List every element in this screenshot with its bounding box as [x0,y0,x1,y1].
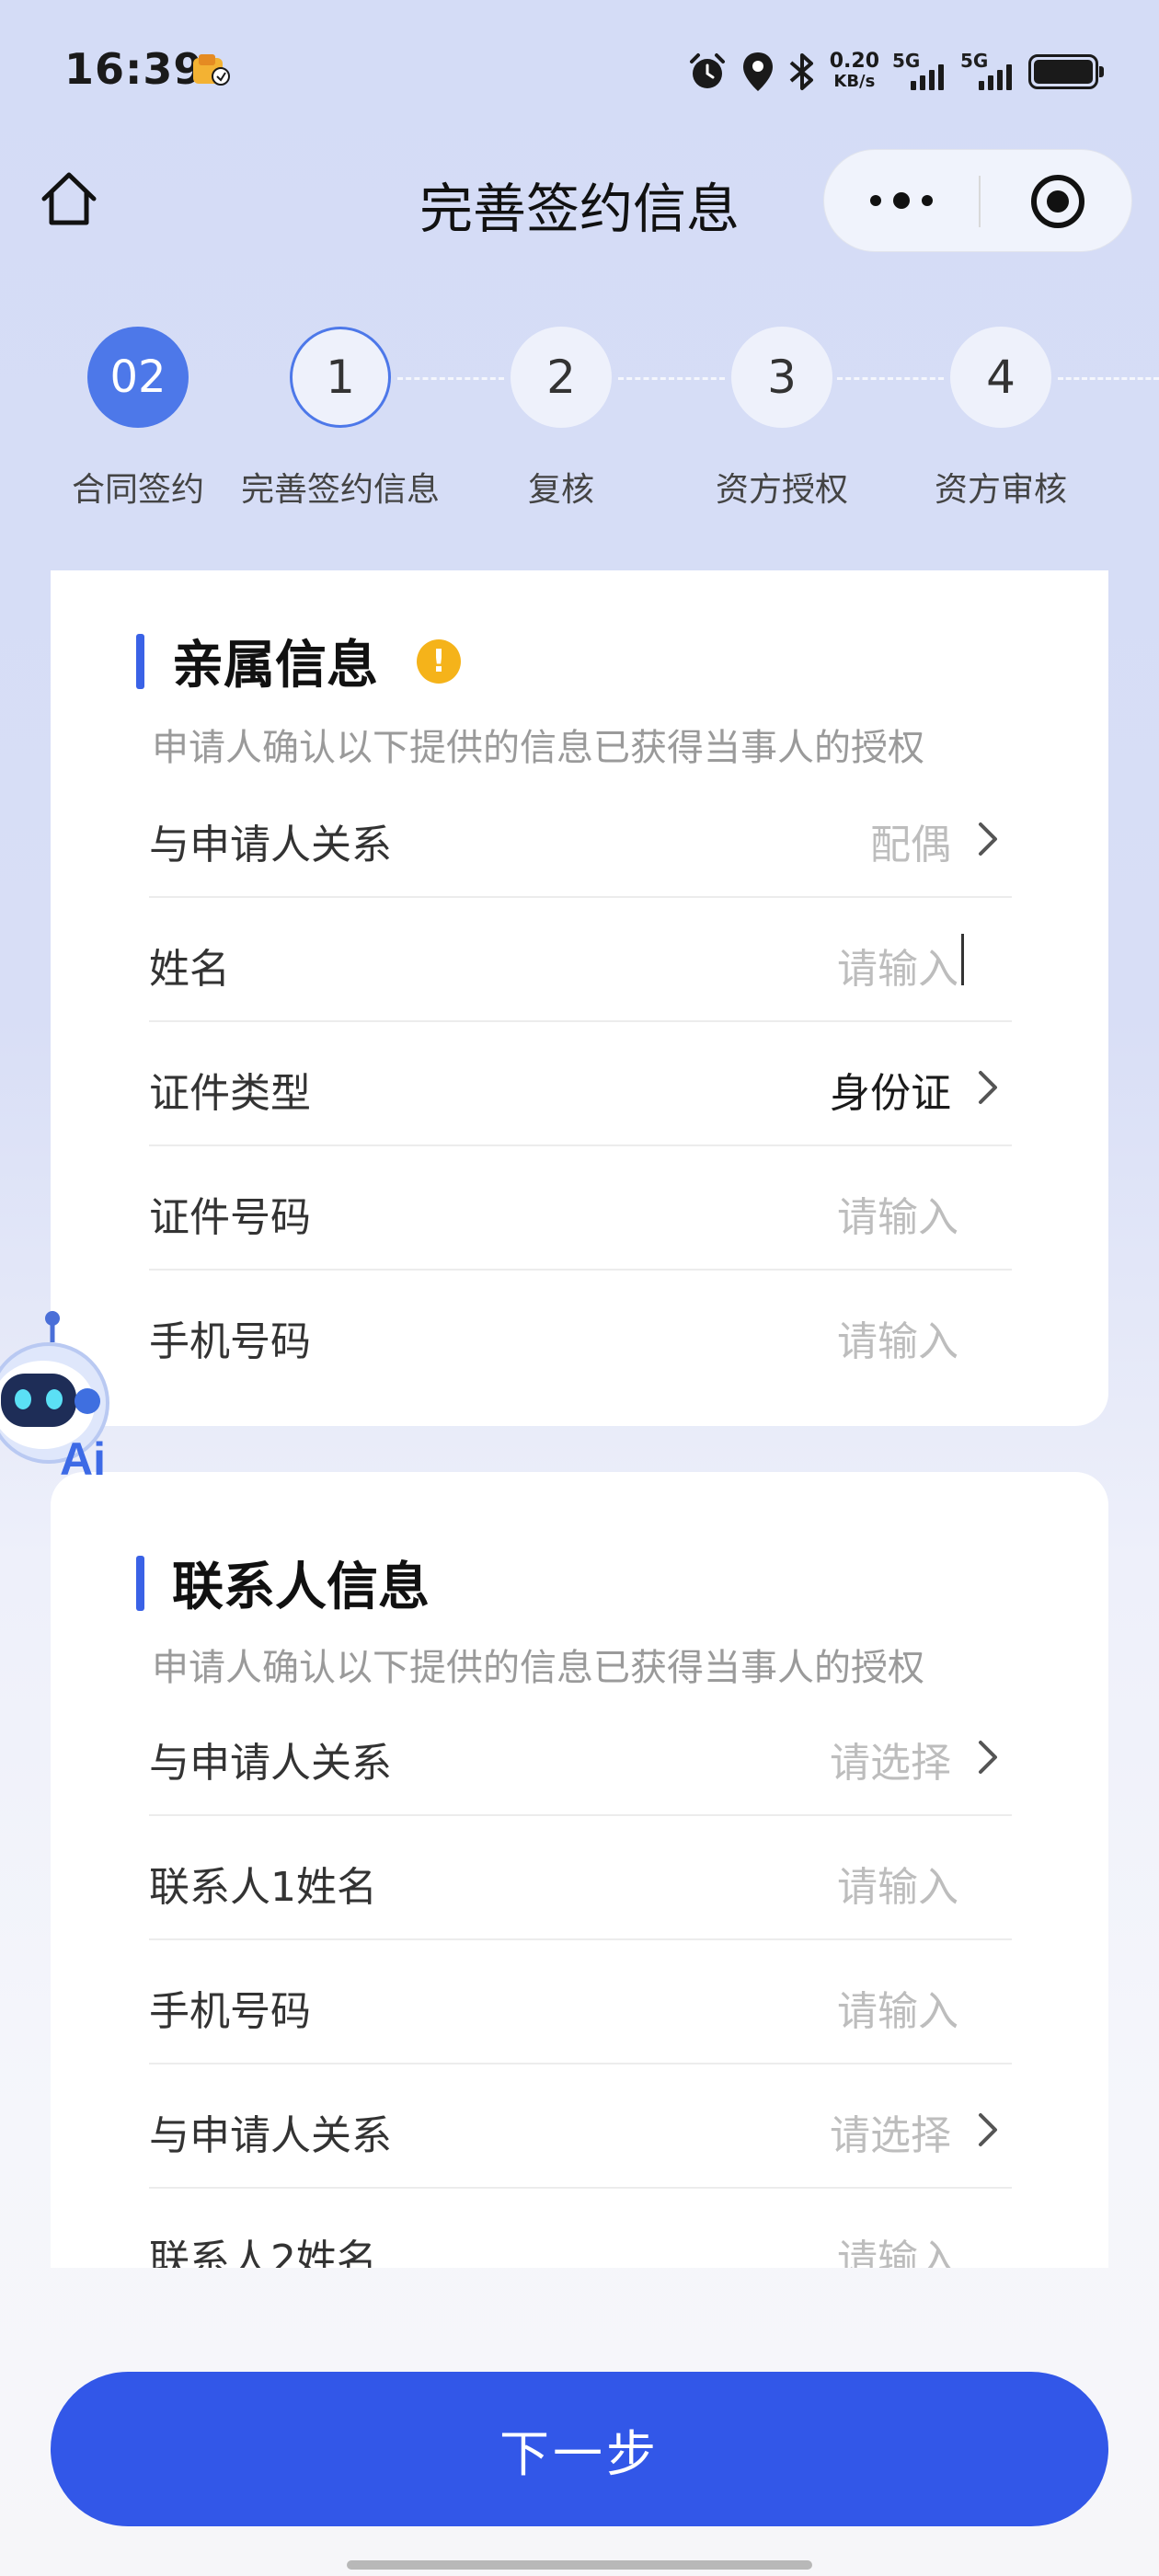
name-field[interactable]: 姓名 请输入 [149,899,1012,1022]
chevron-right-icon [979,822,997,856]
contact1-phone-placeholder: 请输入 [837,1988,958,2035]
mini-program-capsule [823,149,1132,252]
alarm-icon [689,53,725,88]
phone-field[interactable]: 手机号码 请输入 [149,1271,1012,1395]
home-indicator [347,2560,812,2570]
location-icon [742,52,773,91]
text-cursor [961,934,964,985]
contact1-relationship-select[interactable]: 与申请人关系 请选择 [149,1693,1012,1816]
target-circle-icon[interactable] [1028,172,1087,231]
battery-icon [1028,54,1104,89]
signal-sim1-icon: 5G [892,50,947,94]
step-connector [618,377,725,380]
warning-icon[interactable]: ! [417,638,461,684]
step-label: 完善签约信息 [240,471,440,509]
step-circle: 2 [511,327,612,428]
step-label: 资方授权 [715,471,848,509]
phone-placeholder: 请输入 [837,1318,958,1365]
step-label: 资方审核 [934,471,1067,509]
chevron-right-icon [979,1741,997,1774]
capsule-divider [979,176,981,227]
section-accent-bar [136,633,144,689]
section-header: 亲属信息 ! [136,624,461,698]
contact-info-card: 联系人信息 申请人确认以下提供的信息已获得当事人的授权 与申请人关系 请选择 联… [51,1472,1108,2268]
step-connector [397,377,504,380]
contact1-name-field[interactable]: 联系人1姓名 请输入 [149,1817,1012,1940]
id-number-field[interactable]: 证件号码 请输入 [149,1147,1012,1271]
relationship-value: 配偶 [870,822,951,868]
nav-bar: 完善签约信息 [0,147,1159,258]
contact1-phone-field[interactable]: 手机号码 请输入 [149,1941,1012,2064]
app-notification-icon [193,54,230,86]
section-title: 亲属信息 [172,636,378,696]
signal-sim2-icon: 5G [960,50,1016,94]
relative-info-card: 亲属信息 ! 申请人确认以下提供的信息已获得当事人的授权 与申请人关系 配偶 姓… [51,570,1108,1426]
step-label: 复核 [527,471,594,509]
status-time: 16:39 [64,44,204,94]
section-header: 联系人信息 [136,1546,430,1620]
section-title: 联系人信息 [172,1558,430,1617]
contact2-relationship-select[interactable]: 与申请人关系 请选择 [149,2065,1012,2189]
status-icons: 0.20 KB/s 5G 5G [686,46,1104,98]
step-circle: 1 [290,327,391,428]
more-dots-icon[interactable] [868,187,935,214]
contact1-name-placeholder: 请输入 [837,1864,958,1911]
section-accent-bar [136,1555,144,1611]
chevron-right-icon [979,2113,997,2146]
step-circle: 3 [731,327,832,428]
status-bar: 16:39 0.20 KB/s 5G 5G [0,0,1159,138]
section-subtitle: 申请人确认以下提供的信息已获得当事人的授权 [152,1647,924,1689]
next-step-button[interactable]: 下一步 [51,2372,1108,2526]
name-placeholder: 请输入 [837,946,958,993]
id-number-placeholder: 请输入 [837,1194,958,1241]
step-connector [1058,377,1159,380]
contact1-relationship-placeholder: 请选择 [830,1740,951,1787]
step-circle: 02 [87,327,189,428]
step-circle: 4 [950,327,1051,428]
section-subtitle: 申请人确认以下提供的信息已获得当事人的授权 [152,727,924,769]
network-speed: 0.20 KB/s [829,50,879,92]
contact2-name-placeholder: 请输入 [837,2237,958,2268]
id-type-select[interactable]: 证件类型 身份证 [149,1023,1012,1146]
chevron-right-icon [979,1071,997,1104]
svg-text:Ai: Ai [60,1433,106,1485]
id-type-value: 身份证 [830,1070,951,1117]
contact2-name-field[interactable]: 联系人2姓名 请输入 [149,2190,1012,2268]
progress-stepper: 02 合同签约 1 完善签约信息 2 复核 3 资方授权 4 资方审核 [0,327,1159,511]
relationship-select[interactable]: 与申请人关系 配偶 [149,775,1012,898]
ai-assistant-robot-icon[interactable]: Ai [0,1302,120,1495]
bluetooth-icon [789,53,813,90]
contact2-relationship-placeholder: 请选择 [830,2112,951,2159]
step-connector [837,377,944,380]
